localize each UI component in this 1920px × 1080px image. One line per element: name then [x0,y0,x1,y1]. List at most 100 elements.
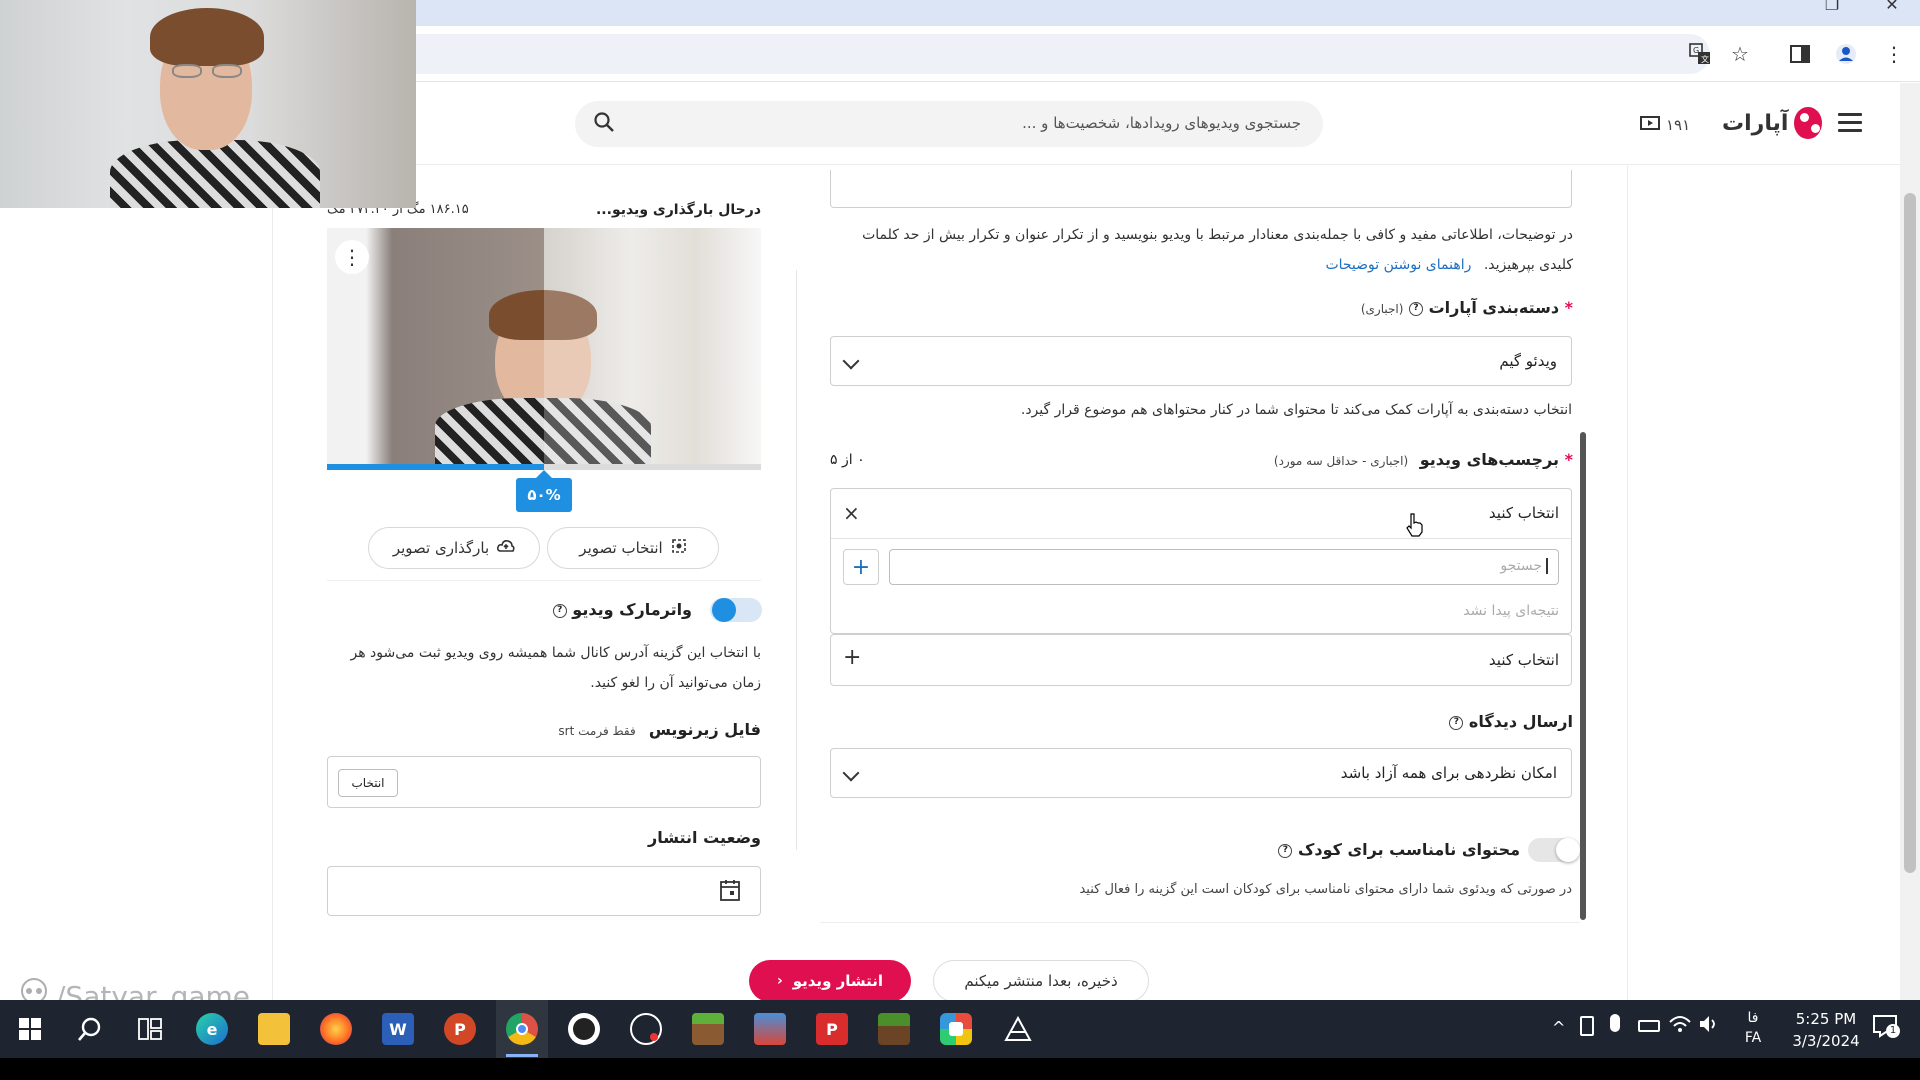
logo-text: آپارات [1722,110,1789,136]
plus-icon[interactable]: + [843,645,861,670]
restore-window-icon[interactable]: ❐ [1812,0,1852,13]
aparat-logo-icon [1794,107,1822,139]
category-required-note: (اجباری) [1360,302,1404,316]
save-later-label: ذخیره، بعدا منتشر میکنم [964,972,1118,990]
search-placeholder: جستجوی ویدیوهای رویدادها، شخصیت‌ها و ... [1022,114,1301,132]
car-game-icon[interactable] [754,1013,786,1045]
select-image-button[interactable]: انتخاب تصویر [547,527,719,569]
page-scrollbar-thumb[interactable] [1904,193,1916,873]
clipchamp-icon[interactable] [630,1013,662,1045]
subtitle-label-row: فایل زیرنویس فقط فرمت srt [480,720,761,739]
site-search[interactable]: جستجوی ویدیوهای رویدادها، شخصیت‌ها و ... [575,101,1323,147]
close-icon[interactable]: × [843,501,860,525]
hamburger-menu-icon[interactable] [1838,113,1862,133]
clock[interactable]: 5:25 PM 3/3/2024 [1776,1008,1876,1052]
address-bar[interactable] [380,34,1710,74]
bookmark-star-icon[interactable]: ☆ [1726,40,1754,68]
tags-required-note: (اجباری - حداقل سه مورد) [1273,454,1409,468]
papers-icon[interactable]: P [816,1013,848,1045]
comments-label: ارسال دیدگاه [1468,712,1573,731]
publish-date-field[interactable] [327,866,761,916]
search-icon[interactable] [593,111,615,139]
video-count[interactable]: ۱۹۱ [1640,115,1690,135]
minecraft-launcher-icon[interactable] [878,1013,910,1045]
description-help: در توضیحات، اطلاعاتی مفید و کافی با جمله… [845,220,1573,280]
svg-text:G: G [1693,46,1699,55]
edge-icon[interactable]: e [196,1013,228,1045]
input-language[interactable]: فا FA [1738,1008,1768,1048]
watermark-toggle[interactable] [710,598,762,622]
webcam-overlay [0,0,416,208]
category-select[interactable]: ویدئو گیم [830,336,1572,386]
upload-progress-fill [327,464,544,470]
photos-icon[interactable] [940,1013,972,1045]
description-field[interactable] [830,170,1572,208]
kebab-menu-icon[interactable]: ⋮ [1880,40,1908,68]
kids-content-toggle[interactable] [1528,838,1580,862]
side-panel-icon[interactable] [1786,40,1814,68]
tags-dropdown[interactable]: × انتخاب کنید + جستجو نتیجه‌ای پیدا نشد [830,488,1572,634]
task-view-icon[interactable] [134,1013,166,1045]
more-options-icon[interactable]: ⋮ [335,240,369,274]
video-camera-icon [1640,115,1660,135]
subtitle-file-field[interactable]: انتخاب [327,756,761,808]
tag-search-input[interactable]: جستجو [889,549,1559,585]
close-window-icon[interactable]: ✕ [1872,0,1912,13]
aparat-logo[interactable]: آپارات [1722,105,1822,141]
volume-icon[interactable] [1698,1014,1720,1038]
powerpoint-icon[interactable]: P [444,1013,476,1045]
upload-image-button[interactable]: بارگذاری تصویر [368,527,540,569]
subtitle-choose-button[interactable]: انتخاب [338,769,398,797]
minecraft-icon[interactable] [692,1013,724,1045]
info-icon[interactable]: ? [1409,301,1423,316]
info-icon[interactable]: ? [1449,715,1464,730]
tags-select-placeholder: انتخاب کنید [1488,504,1559,522]
firefox-icon[interactable] [320,1013,352,1045]
form-scrollbar[interactable] [1580,432,1586,920]
info-icon[interactable]: ? [1278,843,1293,858]
info-icon[interactable]: ? [552,603,567,618]
category-label-row: * دسته‌بندی آپارات ? (اجباری) [1300,298,1573,317]
comments-label-row: ارسال دیدگاه ? [1300,712,1573,731]
wifi-icon[interactable] [1668,1014,1692,1038]
microphone-icon[interactable] [1610,1014,1620,1032]
channel-watermark-text: /Satyar_game [56,980,251,1000]
badge-pointer [536,470,552,478]
windows-start-icon[interactable] [14,1013,46,1045]
device-icon[interactable] [1580,1016,1594,1036]
calendar-icon[interactable] [720,879,740,905]
comments-select[interactable]: امکان نظردهی برای همه آزاد باشد [830,748,1572,798]
publish-status-label: وضعیت انتشار [648,828,761,847]
chevron-left-icon: ‹ [776,973,783,989]
add-tag-button[interactable]: + [843,549,879,585]
search-icon[interactable] [74,1013,106,1045]
word-icon[interactable]: W [382,1013,414,1045]
chevron-down-icon [842,352,860,370]
video-count-value: ۱۹۱ [1666,116,1691,134]
toggle-knob [712,598,736,622]
form-bottom-divider [820,922,1580,923]
notification-center-icon[interactable]: 1 [1872,1014,1902,1042]
select-image-label: انتخاب تصویر [579,539,663,557]
tags-label: برچسب‌های ویدیو [1419,450,1560,469]
tag-search-placeholder: جستجو [1500,558,1548,574]
obs-icon[interactable] [568,1013,600,1045]
watermark-help: با انتخاب این گزینه آدرس کانال شما همیشه… [350,645,762,691]
clock-date: 3/3/2024 [1792,1032,1860,1050]
profile-icon[interactable] [1832,40,1860,68]
description-guide-link[interactable]: راهنمای نوشتن توضیحات [1325,257,1471,273]
tags-second-select[interactable]: + انتخاب کنید [830,634,1572,686]
battery-icon[interactable] [1638,1020,1660,1032]
file-explorer-icon[interactable] [258,1013,290,1045]
notification-count: 1 [1886,1024,1900,1038]
chevron-up-icon[interactable]: ^ [1552,1018,1565,1037]
required-star: * [1564,450,1573,469]
arduino-icon[interactable] [1002,1013,1034,1045]
translate-icon[interactable]: G文 [1686,40,1714,68]
right-sidebar-divider [1627,166,1628,1000]
chrome-active-underline [506,1054,538,1057]
page-scrollbar[interactable] [1900,83,1920,1000]
publish-video-button[interactable]: انتشار ویدیو ‹ [749,960,911,1000]
save-later-button[interactable]: ذخیره، بعدا منتشر میکنم [933,960,1149,1000]
tags-select-header[interactable]: × انتخاب کنید [831,489,1571,539]
